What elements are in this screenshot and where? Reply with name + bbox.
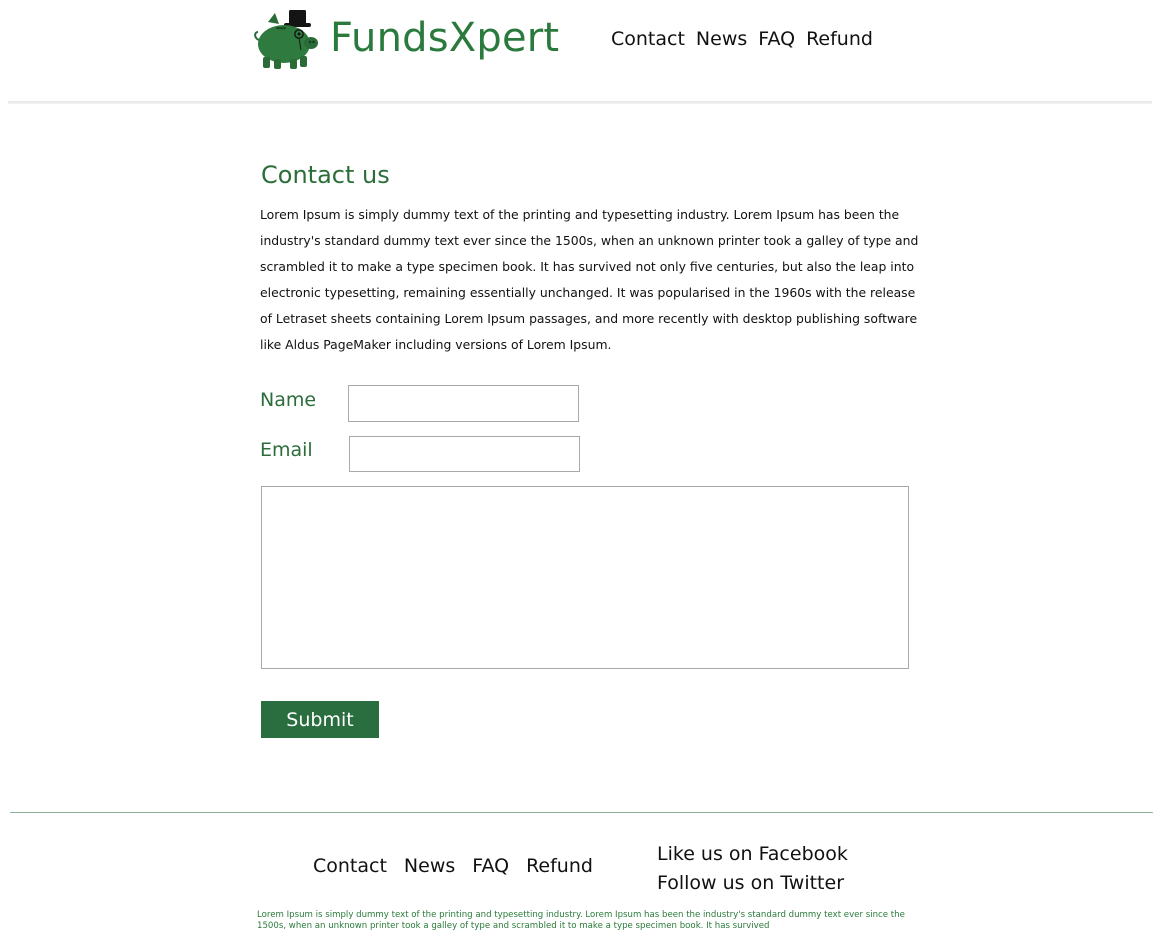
nav-link-news[interactable]: News <box>696 26 747 52</box>
header-divider <box>8 101 1152 104</box>
email-input[interactable] <box>349 436 580 472</box>
email-label: Email <box>260 439 313 461</box>
facebook-link[interactable]: Like us on Facebook <box>657 840 848 869</box>
brand-name[interactable]: FundsXpert <box>330 12 559 64</box>
footer-nav: Contact News FAQ Refund <box>313 853 610 879</box>
nav-link-refund[interactable]: Refund <box>806 26 873 52</box>
top-nav: Contact News FAQ Refund <box>611 26 884 52</box>
message-textarea[interactable] <box>261 486 909 669</box>
page-title: Contact us <box>261 161 390 189</box>
social-links: Like us on Facebook Follow us on Twitter <box>657 840 848 898</box>
footer-link-refund[interactable]: Refund <box>526 853 593 879</box>
nav-link-contact[interactable]: Contact <box>611 26 685 52</box>
name-label: Name <box>260 389 317 411</box>
twitter-link[interactable]: Follow us on Twitter <box>657 869 848 898</box>
piggy-bank-top-hat-icon[interactable] <box>254 8 320 70</box>
footer-divider <box>10 812 1153 813</box>
footer-link-news[interactable]: News <box>404 853 455 879</box>
name-input[interactable] <box>348 385 579 422</box>
nav-link-faq[interactable]: FAQ <box>758 26 795 52</box>
intro-paragraph: Lorem Ipsum is simply dummy text of the … <box>260 207 919 352</box>
footer-text: Lorem Ipsum is simply dummy text of the … <box>257 910 905 931</box>
footer-link-faq[interactable]: FAQ <box>472 853 509 879</box>
footer-link-contact[interactable]: Contact <box>313 853 387 879</box>
submit-button[interactable]: Submit <box>261 701 379 738</box>
